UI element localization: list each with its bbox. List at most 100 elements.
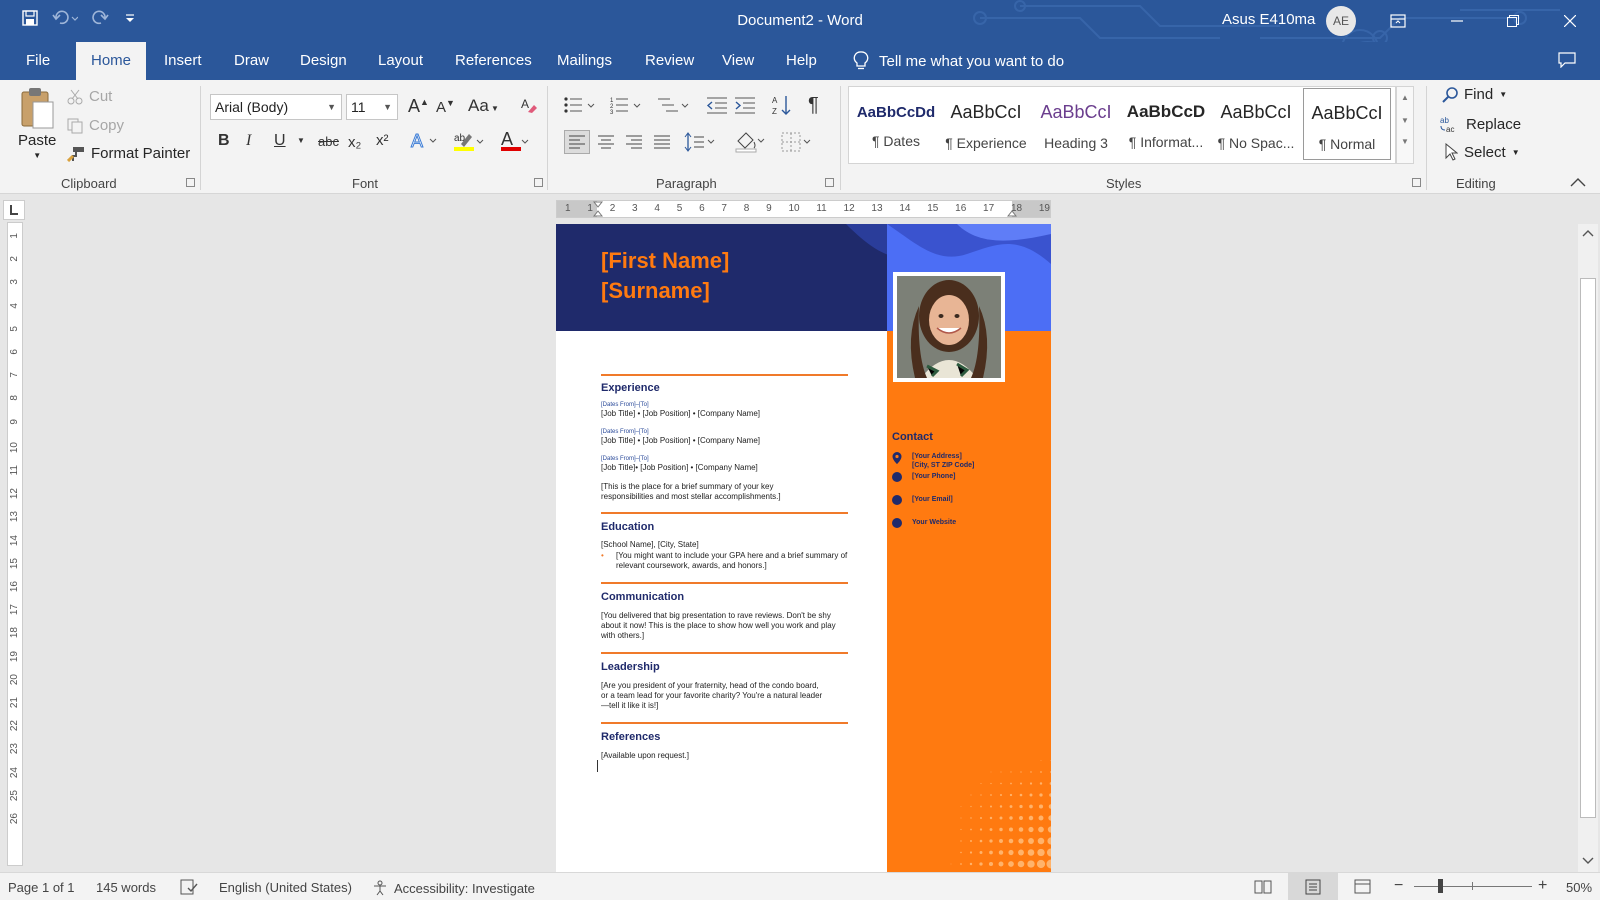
page-count[interactable]: Page 1 of 1 xyxy=(8,880,75,895)
italic-button[interactable]: I xyxy=(246,132,251,150)
select-button[interactable]: Select ▼ xyxy=(1444,143,1520,161)
tab-review[interactable]: Review xyxy=(645,42,694,80)
paragraph-dialog-launcher[interactable] xyxy=(825,178,834,187)
references-heading[interactable]: References xyxy=(601,731,660,743)
tab-mailings[interactable]: Mailings xyxy=(557,42,612,80)
tab-design[interactable]: Design xyxy=(300,42,347,80)
style-no-spacing[interactable]: AaBbCcI ¶ No Spac... xyxy=(1212,88,1300,160)
font-name-combo[interactable]: Arial (Body) ▼ xyxy=(210,94,342,120)
copy-button[interactable]: Copy xyxy=(67,117,124,134)
experience-heading[interactable]: Experience xyxy=(601,382,660,394)
shading-icon[interactable] xyxy=(734,129,770,153)
highlight-button[interactable]: ab xyxy=(453,128,487,157)
language[interactable]: English (United States) xyxy=(219,880,352,895)
zoom-out-button[interactable]: − xyxy=(1394,877,1403,895)
decrease-indent-icon[interactable] xyxy=(706,96,728,114)
leadership-text[interactable]: [Are you president of your fraternity, h… xyxy=(601,681,827,711)
minimize-button[interactable] xyxy=(1434,0,1480,42)
font-size-combo[interactable]: 11 ▼ xyxy=(346,94,398,120)
align-right-icon[interactable] xyxy=(622,131,646,153)
font-color-button[interactable]: A xyxy=(500,128,530,157)
education-bullet[interactable]: [You might want to include your GPA here… xyxy=(616,551,852,571)
resume-name[interactable]: [First Name] [Surname] xyxy=(601,246,729,306)
word-count[interactable]: 145 words xyxy=(96,880,156,895)
contact-heading[interactable]: Contact xyxy=(892,431,933,443)
bold-button[interactable]: B xyxy=(218,132,230,150)
communication-text[interactable]: [You delivered that big presentation to … xyxy=(601,611,847,641)
contact-website[interactable]: Your Website xyxy=(892,518,956,528)
chevron-down-icon[interactable]: ▼ xyxy=(1397,116,1413,125)
align-left-button[interactable] xyxy=(564,130,590,154)
surname[interactable]: [Surname] xyxy=(601,276,729,306)
sort-icon[interactable]: AZ xyxy=(772,94,792,116)
tab-references[interactable]: References xyxy=(455,42,532,80)
strikethrough-button[interactable]: abc xyxy=(318,134,339,149)
accessibility-checker[interactable]: Accessibility: Investigate xyxy=(372,880,535,896)
borders-icon[interactable] xyxy=(780,131,816,153)
tab-view[interactable]: View xyxy=(722,42,754,80)
contact-address[interactable]: [Your Address] [City, ST ZIP Code] xyxy=(892,452,974,470)
first-name[interactable]: [First Name] xyxy=(601,246,729,276)
style-experience[interactable]: AaBbCcI ¶ Experience xyxy=(942,88,1030,160)
text-effects-button[interactable]: A xyxy=(410,130,440,157)
tab-selector-button[interactable] xyxy=(3,200,25,220)
style-heading-3[interactable]: AaBbCcI Heading 3 xyxy=(1032,88,1120,160)
avatar[interactable]: AE xyxy=(1326,6,1356,36)
paste-button[interactable]: Paste ▼ xyxy=(18,86,56,160)
proofing-icon[interactable] xyxy=(180,879,198,895)
tab-insert[interactable]: Insert xyxy=(164,42,202,80)
clipboard-dialog-launcher[interactable] xyxy=(186,178,195,187)
horizontal-ruler[interactable]: 1 1 2 3 4 5 6 7 8 9 10 11 12 13 14 15 16 17 18 19 xyxy=(556,200,1051,218)
print-layout-button[interactable] xyxy=(1288,873,1338,900)
contact-email[interactable]: [Your Email] xyxy=(892,495,953,505)
job-line[interactable]: [Job Title]• [Job Position] • [Company N… xyxy=(601,463,851,473)
zoom-slider[interactable] xyxy=(1414,886,1532,887)
font-dialog-launcher[interactable] xyxy=(534,178,543,187)
show-formatting-marks-button[interactable]: ¶ xyxy=(808,94,819,117)
clear-formatting-button[interactable]: A xyxy=(520,96,538,119)
shrink-font-button[interactable]: A▼ xyxy=(436,98,455,116)
job-line[interactable]: [Job Title] • [Job Position] • [Company … xyxy=(601,436,851,446)
subscript-button[interactable]: x₂ xyxy=(348,134,361,151)
more-styles-icon[interactable]: ▼ xyxy=(1397,137,1413,146)
cut-button[interactable]: Cut xyxy=(67,88,112,105)
tell-me-search[interactable]: Tell me what you want to do xyxy=(853,42,1064,80)
line-spacing-icon[interactable] xyxy=(684,131,720,153)
school-name[interactable]: [School Name], [City, State] xyxy=(601,540,851,550)
collapse-ribbon-button[interactable] xyxy=(1570,174,1586,190)
format-painter-button[interactable]: Format Painter xyxy=(67,145,190,162)
right-indent-marker-icon[interactable] xyxy=(1007,207,1017,217)
zoom-in-button[interactable]: + xyxy=(1538,877,1547,895)
tab-draw[interactable]: Draw xyxy=(234,42,269,80)
styles-scroll[interactable]: ▲ ▼ ▼ xyxy=(1396,86,1414,164)
numbering-icon[interactable]: 123 xyxy=(610,96,646,114)
profile-photo[interactable] xyxy=(893,272,1005,382)
close-button[interactable] xyxy=(1547,0,1593,42)
style-dates[interactable]: AaBbCcDd ¶ Dates xyxy=(852,88,940,160)
leadership-heading[interactable]: Leadership xyxy=(601,661,660,673)
tab-help[interactable]: Help xyxy=(786,42,817,80)
styles-dialog-launcher[interactable] xyxy=(1412,178,1421,187)
communication-heading[interactable]: Communication xyxy=(601,591,684,603)
vertical-scrollbar[interactable] xyxy=(1578,224,1598,872)
document-page[interactable]: [First Name] [Surname] Experience [Dates… xyxy=(556,224,1051,872)
increase-indent-icon[interactable] xyxy=(734,96,756,114)
vertical-ruler[interactable]: 1 2 3 4 5 6 7 8 9 10 11 12 13 14 15 16 17 18 19 20 21 22 23 24 2… xyxy=(7,222,23,866)
tab-layout[interactable]: Layout xyxy=(378,42,423,80)
job-dates[interactable]: [Dates From]–[To] xyxy=(601,429,649,435)
bullets-icon[interactable] xyxy=(564,96,600,114)
superscript-button[interactable]: x² xyxy=(376,132,389,149)
align-center-icon[interactable] xyxy=(594,131,618,153)
scroll-up-icon[interactable] xyxy=(1581,228,1595,238)
ribbon-display-options-button[interactable] xyxy=(1375,0,1421,42)
grow-font-button[interactable]: A▲ xyxy=(408,96,429,117)
experience-summary[interactable]: [This is the place for a brief summary o… xyxy=(601,482,811,502)
underline-dropdown[interactable]: ▼ xyxy=(297,136,305,145)
change-case-button[interactable]: Aa ▼ xyxy=(468,96,499,116)
replace-button[interactable]: ab ac Replace xyxy=(1440,115,1521,134)
job-dates[interactable]: [Dates From]–[To] xyxy=(601,402,649,408)
chevron-up-icon[interactable]: ▲ xyxy=(1397,93,1413,102)
tab-file[interactable]: File xyxy=(26,42,50,80)
scroll-down-icon[interactable] xyxy=(1581,856,1595,866)
comments-button[interactable] xyxy=(1558,52,1576,71)
